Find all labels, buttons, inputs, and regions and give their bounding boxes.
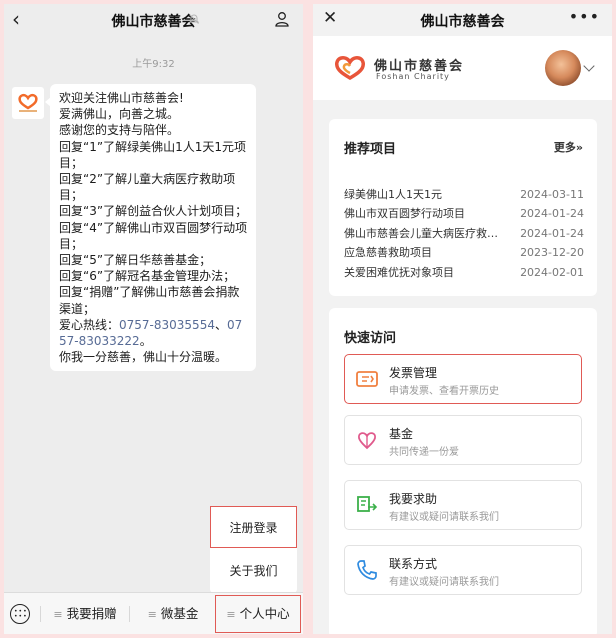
chevron-down-icon[interactable]	[583, 60, 595, 72]
message-line: 你我一分慈善，佛山十分温暖。	[59, 350, 228, 365]
user-avatar[interactable]	[545, 50, 581, 86]
miniprogram-header: ✕ 佛山市慈善会 •••	[313, 4, 612, 36]
message-line: 回复“5”了解日华慈善基金；	[59, 253, 212, 268]
miniprogram-title: 佛山市慈善会	[420, 14, 505, 30]
list-item[interactable]: 绿美佛山1人1天1元 2024-03-11	[344, 185, 584, 204]
list-item[interactable]: 应急慈善救助项目 2023-12-20	[344, 243, 584, 262]
menu-label: 我要捐赠	[66, 606, 117, 621]
project-date: 2024-03-11	[520, 188, 584, 201]
help-request-icon	[357, 496, 378, 512]
quick-access-subtitle: 有建议或疑问请联系我们	[389, 512, 499, 523]
menu-personal-center[interactable]: ≡ 个人中心	[215, 595, 301, 633]
hotline-phone-link[interactable]: 0757-83035554	[119, 318, 215, 332]
bell-muted-icon	[188, 14, 200, 24]
project-title: 绿美佛山1人1天1元	[344, 188, 442, 201]
project-date: 2024-01-24	[520, 226, 584, 240]
message-line: 回复“4”了解佛山市双百圆梦行动项目；	[59, 220, 248, 251]
message-line: 欢迎关注佛山市慈善会!	[59, 91, 184, 105]
invoice-management-button[interactable]: 发票管理 申请发票、查看开票历史	[344, 354, 582, 404]
hotline-separator: 、	[214, 317, 227, 332]
hotline-line: 爱心热线：0757-83035554、0757-83033222。	[59, 317, 248, 349]
menu-list-icon: ≡	[53, 608, 63, 621]
heart-hands-icon	[358, 432, 376, 450]
list-item[interactable]: 佛山市慈善会儿童大病医疗救助项目 2024-01-24	[344, 224, 584, 243]
chat-panel: ‹ 佛山市慈善会 上午9:32 欢迎关注佛山市慈善会! 爱满佛山，向善之城。 感…	[4, 4, 303, 634]
menu-micro-fund[interactable]: ≡ 微基金	[130, 593, 216, 634]
register-login-menu-item[interactable]: 注册登录	[210, 506, 297, 548]
contact-info-button[interactable]: 联系方式 有建议或疑问请联系我们	[344, 545, 582, 595]
bottom-menu-bar: ••• ••• ≡ 我要捐赠 ≡ 微基金 ≡ 个人中心	[4, 592, 303, 634]
quick-access-subtitle: 共同传递一份爱	[389, 447, 459, 458]
quick-access-title: 我要求助	[389, 492, 438, 506]
list-item[interactable]: 关爱困难优抚对象项目 2024-02-01	[344, 263, 584, 282]
message-line: 回复“6”了解冠名基金管理办法；	[59, 269, 236, 284]
project-date: 2024-02-01	[520, 265, 584, 279]
brand-name-en: Foshan Charity	[376, 72, 450, 81]
menu-divider	[40, 606, 41, 622]
menu-list-icon: ≡	[147, 608, 157, 621]
message-line: 感谢您的支持与陪伴。	[59, 123, 180, 138]
more-options-icon[interactable]: •••	[569, 7, 600, 26]
about-us-menu-item[interactable]: 关于我们	[210, 550, 297, 592]
project-title: 佛山市双百圆梦行动项目	[344, 207, 465, 221]
message-line: 回复“捐赠”了解佛山市慈善会捐款渠道；	[59, 285, 240, 316]
project-date: 2024-01-24	[520, 207, 584, 221]
brand-bar: 佛山市慈善会 Foshan Charity	[313, 36, 612, 100]
charity-logo-icon	[335, 56, 365, 81]
miniprogram-panel: ✕ 佛山市慈善会 ••• 佛山市慈善会 Foshan Charity 推荐项目 …	[313, 4, 612, 634]
request-help-button[interactable]: 我要求助 有建议或疑问请联系我们	[344, 480, 582, 530]
project-date: 2023-12-20	[520, 246, 584, 260]
hotline-end: 。	[139, 334, 152, 349]
submenu-popup: 注册登录 关于我们	[210, 506, 297, 593]
person-icon[interactable]	[274, 11, 290, 27]
message-timestamp: 上午9:32	[132, 59, 175, 70]
charity-logo-icon	[18, 93, 38, 112]
menu-label: 个人中心	[239, 606, 290, 621]
fund-button[interactable]: 基金 共同传递一份爱	[344, 415, 582, 465]
quick-access-card: 快速访问 发票管理 申请发票、查看开票历史 基金 共同传递一份爱 我要求助 有建	[329, 308, 597, 634]
chat-header: ‹ 佛山市慈善会	[4, 4, 303, 36]
invoice-icon	[356, 371, 378, 387]
keyboard-icon[interactable]: ••• •••	[10, 604, 30, 624]
quick-access-title: 发票管理	[389, 366, 438, 380]
quick-access-title: 基金	[389, 427, 414, 441]
project-title: 佛山市慈善会儿童大病医疗救助项目	[344, 226, 506, 240]
message-bubble: 欢迎关注佛山市慈善会! 爱满佛山，向善之城。 感谢您的支持与陪伴。 回复“1”了…	[45, 84, 256, 372]
project-title: 关爱困难优抚对象项目	[344, 265, 454, 279]
list-item[interactable]: 佛山市双百圆梦行动项目 2024-01-24	[344, 204, 584, 223]
chat-title: 佛山市慈善会	[111, 14, 196, 30]
section-title: 快速访问	[344, 331, 397, 346]
message-line: 回复“2”了解儿童大病医疗救助项目；	[59, 172, 236, 203]
message-line: 回复“3”了解创益合伙人计划项目；	[59, 204, 248, 219]
quick-access-subtitle: 有建议或疑问请联系我们	[389, 577, 499, 588]
quick-access-subtitle: 申请发票、查看开票历史	[389, 386, 499, 397]
project-title: 应急慈善救助项目	[344, 246, 432, 260]
message-line: 回复“1”了解绿美佛山1人1天1元项目；	[59, 139, 246, 170]
project-list: 绿美佛山1人1天1元 2024-03-11 佛山市双百圆梦行动项目 2024-01-…	[344, 185, 584, 282]
menu-list-icon: ≡	[226, 608, 236, 621]
hotline-label: 爱心热线：	[59, 317, 120, 332]
message-line: 爱满佛山，向善之城。	[59, 107, 180, 122]
menu-label: 微基金	[160, 606, 199, 621]
avatar[interactable]	[12, 87, 44, 119]
phone-icon	[357, 560, 377, 580]
menu-donate[interactable]: ≡ 我要捐赠	[42, 593, 128, 634]
quick-access-title: 联系方式	[389, 557, 438, 571]
recommended-projects-card: 推荐项目 更多» 绿美佛山1人1天1元 2024-03-11 佛山市双百圆梦行动项…	[329, 119, 597, 296]
section-title: 推荐项目	[344, 142, 397, 157]
more-link[interactable]: 更多»	[554, 139, 583, 155]
